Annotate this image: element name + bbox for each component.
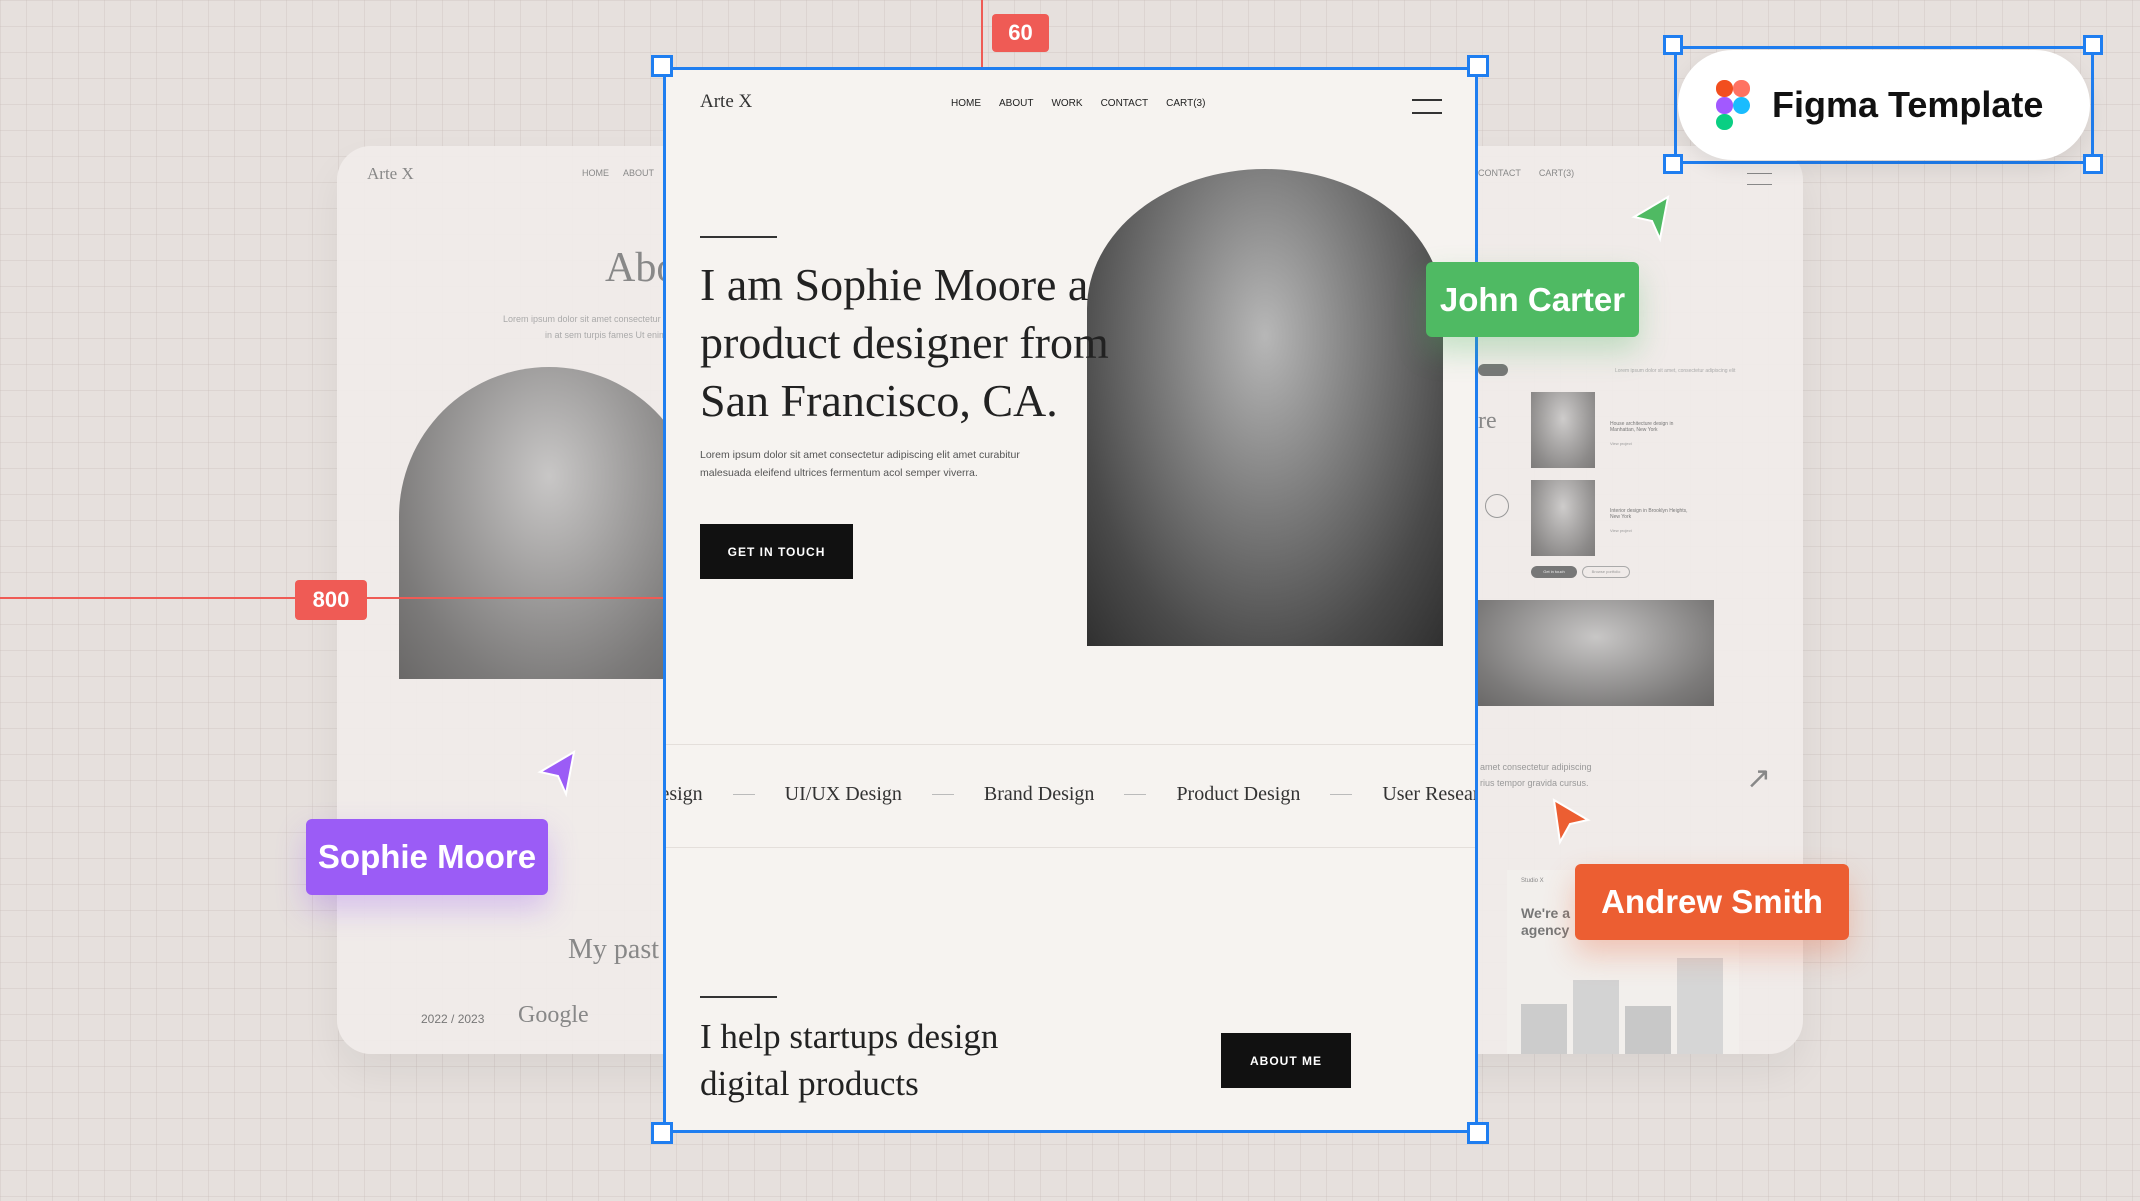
subheadline-divider: [700, 996, 777, 998]
right-project-title: Interior design in Brooklyn Heights, New…: [1610, 508, 1688, 520]
cursor-label-andrew-smith: Andrew Smith: [1575, 864, 1849, 940]
right-project-photo-2: [1531, 480, 1595, 556]
headline-line: San Francisco, CA.: [700, 375, 1058, 426]
paragraph-line: Lorem ipsum dolor sit amet consectetur a…: [700, 449, 1020, 461]
left-nav-about[interactable]: ABOUT: [623, 168, 654, 178]
right-menu-icon[interactable]: [1747, 173, 1772, 185]
figma-template-badge[interactable]: Figma Template: [1678, 50, 2090, 160]
right-nav-cart[interactable]: CART(3): [1539, 168, 1574, 178]
selection-handle-tr[interactable]: [1467, 55, 1489, 77]
orange-cursor-icon: [1552, 798, 1591, 846]
headline-line: product designer from: [700, 317, 1109, 368]
right-project-link[interactable]: View project: [1610, 528, 1632, 533]
subheadline-line: digital products: [700, 1064, 919, 1103]
nav-cart[interactable]: CART(3): [1166, 98, 1205, 109]
portrait-photo: [1087, 169, 1443, 646]
agency-heading: We're a: [1521, 905, 1570, 921]
agency-heading: agency: [1521, 922, 1570, 938]
right-project-title: House architecture design in Manhattan, …: [1610, 421, 1674, 433]
cursor-label-john-carter: John Carter: [1426, 262, 1639, 337]
selection-handle-br[interactable]: [1467, 1122, 1489, 1144]
main-frame[interactable]: Arte X HOME ABOUT WORK CONTACT CART(3) I…: [663, 67, 1478, 1133]
hero-headline: I am Sophie Moore a product designer fro…: [700, 256, 1109, 430]
headline-divider: [700, 236, 777, 238]
paragraph-line: malesuada eleifend ultrices fermentum ac…: [700, 467, 978, 479]
service-item[interactable]: Design: [666, 783, 703, 806]
selection-handle-tl[interactable]: [651, 55, 673, 77]
site-logo[interactable]: Arte X: [700, 91, 752, 113]
left-company: Google: [518, 1002, 589, 1028]
right-text: amet consectetur adipiscing: [1480, 762, 1592, 772]
badge-handle-br[interactable]: [2083, 154, 2103, 174]
get-in-touch-button[interactable]: GET IN TOUCH: [700, 524, 853, 579]
about-me-button[interactable]: ABOUT ME: [1221, 1033, 1351, 1088]
right-browse-portfolio-button[interactable]: Browse portfolio: [1582, 566, 1630, 578]
selection-handle-bl[interactable]: [651, 1122, 673, 1144]
subheadline-line: I help startups design: [700, 1017, 999, 1056]
right-scroll-down-icon[interactable]: [1485, 494, 1509, 518]
service-item[interactable]: Brand Design: [984, 783, 1095, 806]
right-project-photo-1: [1531, 392, 1595, 468]
left-logo: Arte X: [367, 164, 414, 183]
service-item[interactable]: User Research: [1382, 783, 1475, 806]
right-nav-contact[interactable]: CONTACT: [1478, 168, 1521, 178]
main-nav: HOME ABOUT WORK CONTACT CART(3): [951, 98, 1223, 109]
badge-handle-bl[interactable]: [1663, 154, 1683, 174]
badge-handle-tr[interactable]: [2083, 35, 2103, 55]
cursor-label-sophie-moore: Sophie Moore: [306, 819, 548, 895]
left-ruler-label: 800: [295, 580, 367, 620]
left-nav-home[interactable]: HOME: [582, 168, 609, 178]
services-strip: Design UI/UX Design Brand Design Product…: [666, 744, 1475, 848]
right-project-link[interactable]: View project: [1610, 441, 1632, 446]
right-get-in-touch-button[interactable]: Get in touch: [1531, 566, 1577, 578]
headline-line: I am Sophie Moore a: [700, 259, 1089, 310]
right-heading-fragment: re: [1478, 408, 1497, 434]
right-desc: Lorem ipsum dolor sit amet, consectetur …: [1615, 368, 1736, 374]
right-btn-get-in-touch[interactable]: [1478, 364, 1508, 376]
studio-logo: Studio X: [1521, 878, 1544, 884]
nav-work[interactable]: WORK: [1051, 98, 1082, 109]
badge-handle-tl[interactable]: [1663, 35, 1683, 55]
green-cursor-icon: [1631, 195, 1670, 243]
nav-contact[interactable]: CONTACT: [1101, 98, 1149, 109]
left-lorem: Lorem ipsum dolor sit amet consectetur: [503, 314, 661, 324]
subheadline: I help startups design digital products: [700, 1013, 998, 1107]
figma-badge-label: Figma Template: [1772, 84, 2044, 125]
top-ruler-label: 60: [992, 14, 1049, 52]
service-item[interactable]: UI/UX Design: [785, 783, 902, 806]
nav-about[interactable]: ABOUT: [999, 98, 1033, 109]
nav-home[interactable]: HOME: [951, 98, 981, 109]
left-lorem: in at sem turpis fames Ut enim: [545, 330, 667, 340]
left-past-heading: My past: [568, 934, 659, 965]
service-item[interactable]: Product Design: [1176, 783, 1300, 806]
right-architecture-photo: [1478, 600, 1714, 706]
hero-paragraph: Lorem ipsum dolor sit amet consectetur a…: [700, 446, 1020, 482]
figma-logo-icon: [1716, 80, 1750, 130]
hamburger-menu-icon[interactable]: [1412, 99, 1442, 114]
left-year: 2022 / 2023: [421, 1012, 485, 1026]
arrow-up-right-icon[interactable]: ↗: [1746, 761, 1771, 796]
purple-cursor-icon: [537, 750, 576, 798]
left-portrait-photo: [399, 367, 699, 679]
vertical-guide-line: [981, 0, 983, 67]
right-text: rius tempor gravida cursus.: [1480, 778, 1589, 788]
